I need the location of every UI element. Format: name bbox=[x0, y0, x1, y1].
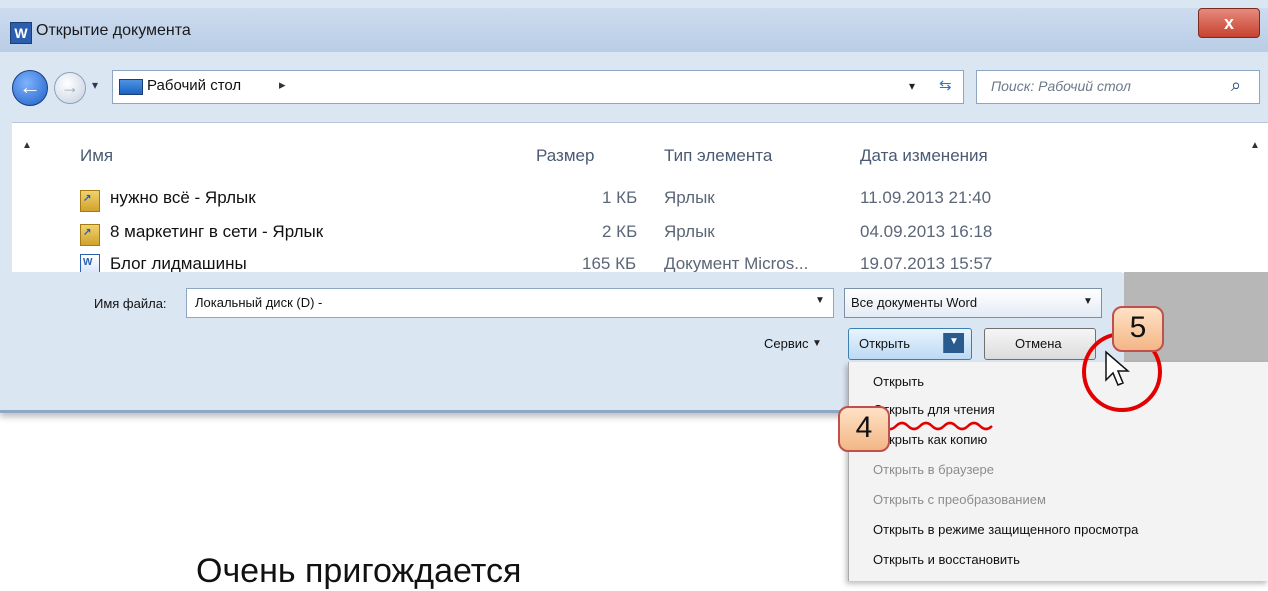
scroll-up-arrow-icon[interactable]: ▲ bbox=[1250, 140, 1260, 151]
file-size: 2 КБ bbox=[602, 222, 638, 241]
file-name: нужно всё - Ярлык bbox=[110, 188, 256, 207]
address-text[interactable]: Рабочий стол bbox=[147, 77, 241, 94]
menu-item-open-as-copy[interactable]: Открыть как копию bbox=[873, 432, 987, 447]
column-header-type[interactable]: Тип элемента bbox=[664, 146, 772, 166]
open-options-menu: Открыть Открыть для чтения Открыть как к… bbox=[848, 362, 1268, 581]
breadcrumb-arrow-icon[interactable]: ▸ bbox=[279, 77, 286, 93]
file-type: Ярлык bbox=[664, 222, 715, 241]
address-bar[interactable]: Рабочий стол ▸ ▾ ⇆ bbox=[112, 70, 964, 104]
close-button[interactable]: x bbox=[1198, 8, 1260, 38]
desktop-icon bbox=[119, 79, 143, 95]
open-options-dropdown[interactable]: ▼ bbox=[943, 333, 964, 353]
scroll-up-arrow-icon[interactable]: ▲ bbox=[22, 140, 32, 151]
cancel-button-label[interactable]: Отмена bbox=[1015, 336, 1062, 351]
back-button[interactable]: ← bbox=[12, 70, 48, 106]
search-icon[interactable]: ⌕ bbox=[1231, 75, 1241, 96]
file-type: Документ Micros... bbox=[664, 254, 809, 273]
file-date: 19.07.2013 15:57 bbox=[860, 254, 993, 273]
title-bar: W Открытие документа bbox=[0, 8, 1268, 52]
column-header-size[interactable]: Размер bbox=[536, 146, 594, 166]
filename-label: Имя файла: bbox=[94, 296, 167, 311]
refresh-icon[interactable]: ⇆ bbox=[939, 76, 952, 94]
file-row[interactable]: ↗ 8 маркетинг в сети - Ярлык 2 КБ Ярлык … bbox=[0, 218, 1240, 250]
open-button-label[interactable]: Открыть bbox=[859, 336, 910, 351]
shortcut-icon: ↗ bbox=[80, 224, 100, 246]
chevron-down-icon[interactable]: ▼ bbox=[949, 336, 959, 347]
search-box[interactable]: Поиск: Рабочий стол ⌕ bbox=[976, 70, 1260, 104]
address-dropdown-icon[interactable]: ▾ bbox=[909, 79, 915, 93]
open-document-dialog: W Открытие документа x ← → ▾ Рабочий сто… bbox=[0, 0, 1268, 413]
cancel-button[interactable]: Отмена bbox=[984, 328, 1096, 360]
slide-text: Очень пригождается bbox=[196, 552, 522, 590]
filter-dropdown-icon[interactable]: ▼ bbox=[1083, 296, 1093, 307]
menu-item-open-and-repair[interactable]: Открыть и восстановить bbox=[873, 552, 1020, 567]
callout-step-5: 5 bbox=[1112, 306, 1164, 352]
open-button[interactable]: Открыть ▼ bbox=[848, 328, 972, 360]
file-type: Ярлык bbox=[664, 188, 715, 207]
filename-value[interactable]: Локальный диск (D) - bbox=[195, 295, 322, 310]
menu-item-open[interactable]: Открыть bbox=[873, 374, 924, 389]
shortcut-icon: ↗ bbox=[80, 190, 100, 212]
callout-step-4: 4 bbox=[838, 406, 890, 452]
file-size: 1 КБ bbox=[602, 188, 638, 207]
file-size: 165 КБ bbox=[582, 254, 637, 273]
column-header-date[interactable]: Дата изменения bbox=[860, 146, 988, 166]
file-name: 8 маркетинг в сети - Ярлык bbox=[110, 222, 324, 241]
file-date: 04.09.2013 16:18 bbox=[860, 222, 993, 241]
service-button[interactable]: Сервис bbox=[764, 336, 809, 351]
file-date: 11.09.2013 21:40 bbox=[860, 188, 992, 207]
menu-item-open-with-transform: Открыть с преобразованием bbox=[873, 492, 1046, 507]
dialog-title: Открытие документа bbox=[36, 22, 191, 39]
forward-button[interactable]: → bbox=[54, 72, 86, 104]
word-app-icon: W bbox=[10, 22, 32, 44]
menu-item-open-protected-view[interactable]: Открыть в режиме защищенного просмотра bbox=[873, 522, 1138, 537]
history-dropdown-icon[interactable]: ▾ bbox=[92, 78, 98, 92]
file-type-filter-value[interactable]: Все документы Word bbox=[851, 295, 977, 310]
menu-item-open-read-only[interactable]: Открыть для чтения bbox=[873, 402, 995, 417]
service-dropdown-icon[interactable]: ▼ bbox=[812, 338, 822, 349]
column-header-name[interactable]: Имя bbox=[80, 146, 113, 166]
filename-field[interactable]: Локальный диск (D) - ▼ bbox=[186, 288, 834, 318]
file-type-filter[interactable]: Все документы Word ▼ bbox=[844, 288, 1102, 318]
filename-dropdown-icon[interactable]: ▼ bbox=[815, 295, 825, 306]
search-input[interactable]: Поиск: Рабочий стол bbox=[991, 78, 1131, 94]
mouse-cursor-icon bbox=[1105, 350, 1130, 386]
file-name: Блог лидмашины bbox=[110, 254, 247, 273]
menu-item-open-in-browser: Открыть в браузере bbox=[873, 462, 994, 477]
file-row[interactable]: ↗ нужно всё - Ярлык 1 КБ Ярлык 11.09.201… bbox=[0, 184, 1240, 216]
